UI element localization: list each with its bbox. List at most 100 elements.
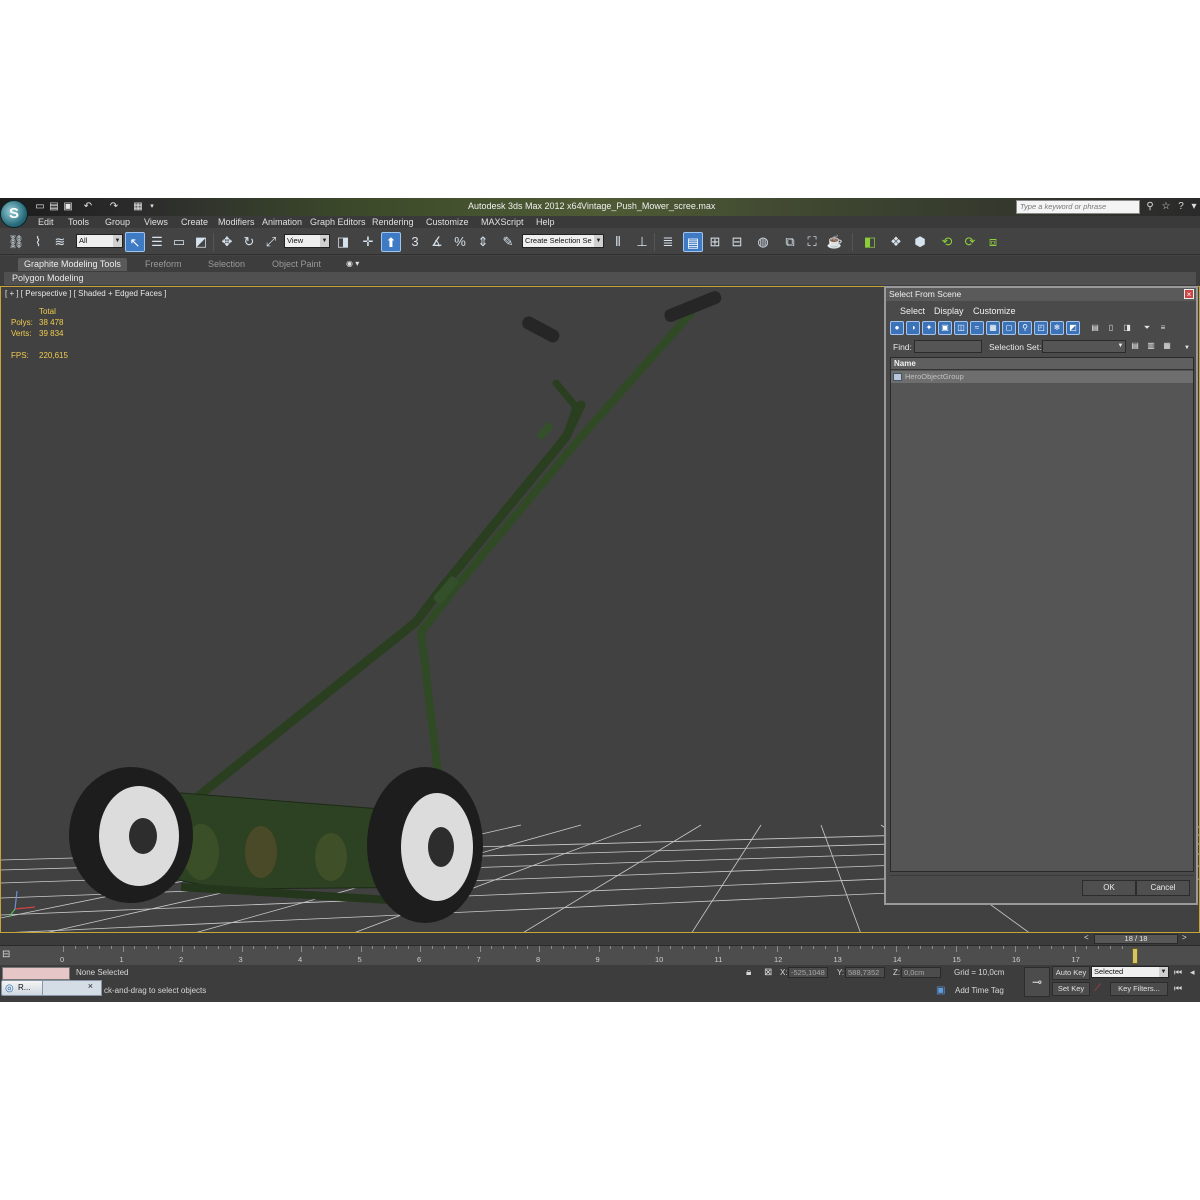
dialog-menu-select[interactable]: Select [900, 305, 925, 317]
tab-object-paint[interactable]: Object Paint [272, 258, 321, 271]
menu-help[interactable]: Help [536, 216, 555, 228]
menu-graph-editors[interactable]: Graph Editors [310, 216, 366, 228]
menu-modifiers[interactable]: Modifiers [218, 216, 255, 228]
spinner-snap-icon[interactable]: ⇕ [473, 232, 493, 252]
polygon-modeling-panel[interactable]: Polygon Modeling [12, 272, 84, 285]
scene-object-list[interactable]: Name HeroObjectGroup [890, 357, 1194, 872]
menu-group[interactable]: Group [105, 216, 130, 228]
keyboard-shortcut-override-icon[interactable]: ⬆ [381, 232, 401, 252]
display-cameras-icon[interactable]: ▣ [938, 321, 952, 335]
display-helpers-icon[interactable]: ◫ [954, 321, 968, 335]
display-shapes-icon[interactable]: ◑ [906, 321, 920, 335]
find-input[interactable] [914, 340, 982, 353]
selection-filter-dropdown[interactable]: All ▼ [76, 234, 123, 248]
save-icon[interactable]: ▣ [62, 200, 74, 214]
go-to-start-icon[interactable]: ⏮ [1174, 967, 1182, 978]
taskbar-thumbnail[interactable]: × [42, 980, 102, 996]
render-production-icon[interactable]: ☕ [825, 232, 845, 252]
lock-icon[interactable]: 🔒︎ [746, 967, 751, 978]
go-to-start-icon-2[interactable]: ⏮ [1174, 983, 1182, 994]
dialog-menu-display[interactable]: Display [934, 305, 964, 317]
menu-create[interactable]: Create [181, 216, 208, 228]
key-mode-dropdown[interactable]: Selected ▼ [1091, 966, 1169, 978]
ribbon-options-icon[interactable]: ◉ ▾ [346, 257, 359, 270]
display-geometry-icon[interactable]: ● [890, 321, 904, 335]
maxscript-listener[interactable] [2, 967, 70, 980]
selection-set-dropdown[interactable]: ▼ [1042, 340, 1126, 353]
pivot-center-icon[interactable]: ◨ [333, 232, 353, 252]
undo-icon[interactable]: ↶ [82, 200, 94, 214]
key-icon[interactable]: ⊸ [1024, 967, 1050, 997]
search-input[interactable]: Type a keyword or phrase [1016, 200, 1140, 214]
new-file-icon[interactable]: ▭ [34, 200, 46, 214]
display-bones-icon[interactable]: ⚲ [1018, 321, 1032, 335]
select-link-icon[interactable]: ⛓ [6, 232, 26, 252]
quick-access-dropdown-icon[interactable]: ▾ [146, 200, 158, 214]
material-editor-icon[interactable]: ◍ [753, 232, 773, 252]
align-icon[interactable]: ⊥ [632, 232, 652, 252]
display-frozen-icon[interactable]: ❄ [1050, 321, 1064, 335]
select-by-name-icon[interactable]: ☰ [147, 232, 167, 252]
display-lights-icon[interactable]: ✦ [922, 321, 936, 335]
rendered-frame-window-icon[interactable]: ⛶ [802, 232, 822, 252]
ok-button[interactable]: OK [1082, 880, 1136, 896]
mini-curve-editor-icon[interactable]: ⊟ [2, 949, 22, 963]
tab-graphite-modeling-tools[interactable]: Graphite Modeling Tools [18, 258, 127, 271]
viewport-label-menu[interactable]: [ + ] [ Perspective ] [ Shaded + Edged F… [5, 289, 166, 298]
display-spacewarps-icon[interactable]: ≈ [970, 321, 984, 335]
menu-edit[interactable]: Edit [38, 216, 54, 228]
column-header-name[interactable]: Name [891, 358, 1193, 370]
angle-snap-icon[interactable]: ∡ [427, 232, 447, 252]
time-slider-thumb[interactable]: 18 / 18 [1094, 934, 1178, 944]
previous-key-icon[interactable]: ◂ [1190, 967, 1195, 978]
select-all-icon[interactable]: ▤ [1088, 321, 1102, 335]
current-frame-marker[interactable] [1132, 948, 1138, 964]
filter-options-icon[interactable]: ≡ [1156, 321, 1170, 335]
edit-named-selection-icon[interactable]: ✎ [498, 232, 518, 252]
set-key-tangent-icon[interactable]: ⟋ [1094, 983, 1101, 994]
select-none-icon[interactable]: ▯ [1104, 321, 1118, 335]
select-children-icon[interactable]: ▦ [1160, 339, 1174, 353]
select-and-rotate-icon[interactable]: ↻ [239, 232, 259, 252]
select-dependents-icon[interactable]: ▥ [1144, 339, 1158, 353]
select-and-move-icon[interactable]: ✥ [217, 232, 237, 252]
display-containers-icon[interactable]: ◰ [1034, 321, 1048, 335]
scene-explorer-icon[interactable]: ❖ [886, 232, 906, 252]
x-coordinate-field[interactable]: -525,1048 [788, 967, 828, 978]
menu-rendering[interactable]: Rendering [372, 216, 414, 228]
project-folder-icon[interactable]: ▦ [132, 200, 144, 214]
window-controls-icon[interactable]: ▾ [1188, 201, 1200, 213]
time-slider[interactable]: 18 / 18 < > [0, 933, 1200, 945]
reference-coordinate-dropdown[interactable]: View ▼ [284, 234, 330, 248]
named-selection-set-dropdown[interactable]: Create Selection Se ▼ [522, 234, 604, 248]
tab-freeform[interactable]: Freeform [145, 258, 182, 271]
scene-states-icon[interactable]: ⧈ [983, 232, 1003, 252]
display-xrefs-icon[interactable]: ◻ [1002, 321, 1016, 335]
app-logo[interactable]: S [0, 200, 28, 228]
graphite-toggle-icon[interactable]: ▤ [683, 232, 703, 252]
layer-manager-icon[interactable]: ≣ [658, 232, 678, 252]
curve-editor-icon[interactable]: ⊞ [705, 232, 725, 252]
close-icon[interactable]: × [88, 981, 93, 991]
options-dropdown-icon[interactable]: ▼ [1180, 341, 1194, 355]
next-frame-icon[interactable]: > [1182, 933, 1187, 942]
unlink-icon[interactable]: ⌇ [28, 232, 48, 252]
help-icon[interactable]: ? [1175, 201, 1187, 213]
open-file-icon[interactable]: ▤ [48, 200, 60, 214]
tab-selection[interactable]: Selection [208, 258, 245, 271]
select-object-icon[interactable]: ↖ [125, 232, 145, 252]
mirror-icon[interactable]: ⫴ [608, 232, 628, 252]
set-key-button[interactable]: Set Key [1052, 982, 1090, 996]
list-item[interactable]: HeroObjectGroup [891, 371, 1193, 383]
menu-tools[interactable]: Tools [68, 216, 89, 228]
container-icon[interactable]: ◧ [860, 232, 880, 252]
y-coordinate-field[interactable]: 588,7352 [845, 967, 885, 978]
menu-animation[interactable]: Animation [262, 216, 302, 228]
z-coordinate-field[interactable]: 0,0cm [901, 967, 941, 978]
close-icon[interactable]: × [1184, 289, 1194, 299]
previous-frame-icon[interactable]: < [1084, 933, 1089, 942]
display-groups-icon[interactable]: ▦ [986, 321, 1000, 335]
select-manipulate-icon[interactable]: ✛ [358, 232, 378, 252]
binoculars-icon[interactable]: ⚲ [1144, 201, 1156, 213]
time-tag-icon[interactable]: ▣ [936, 985, 945, 996]
